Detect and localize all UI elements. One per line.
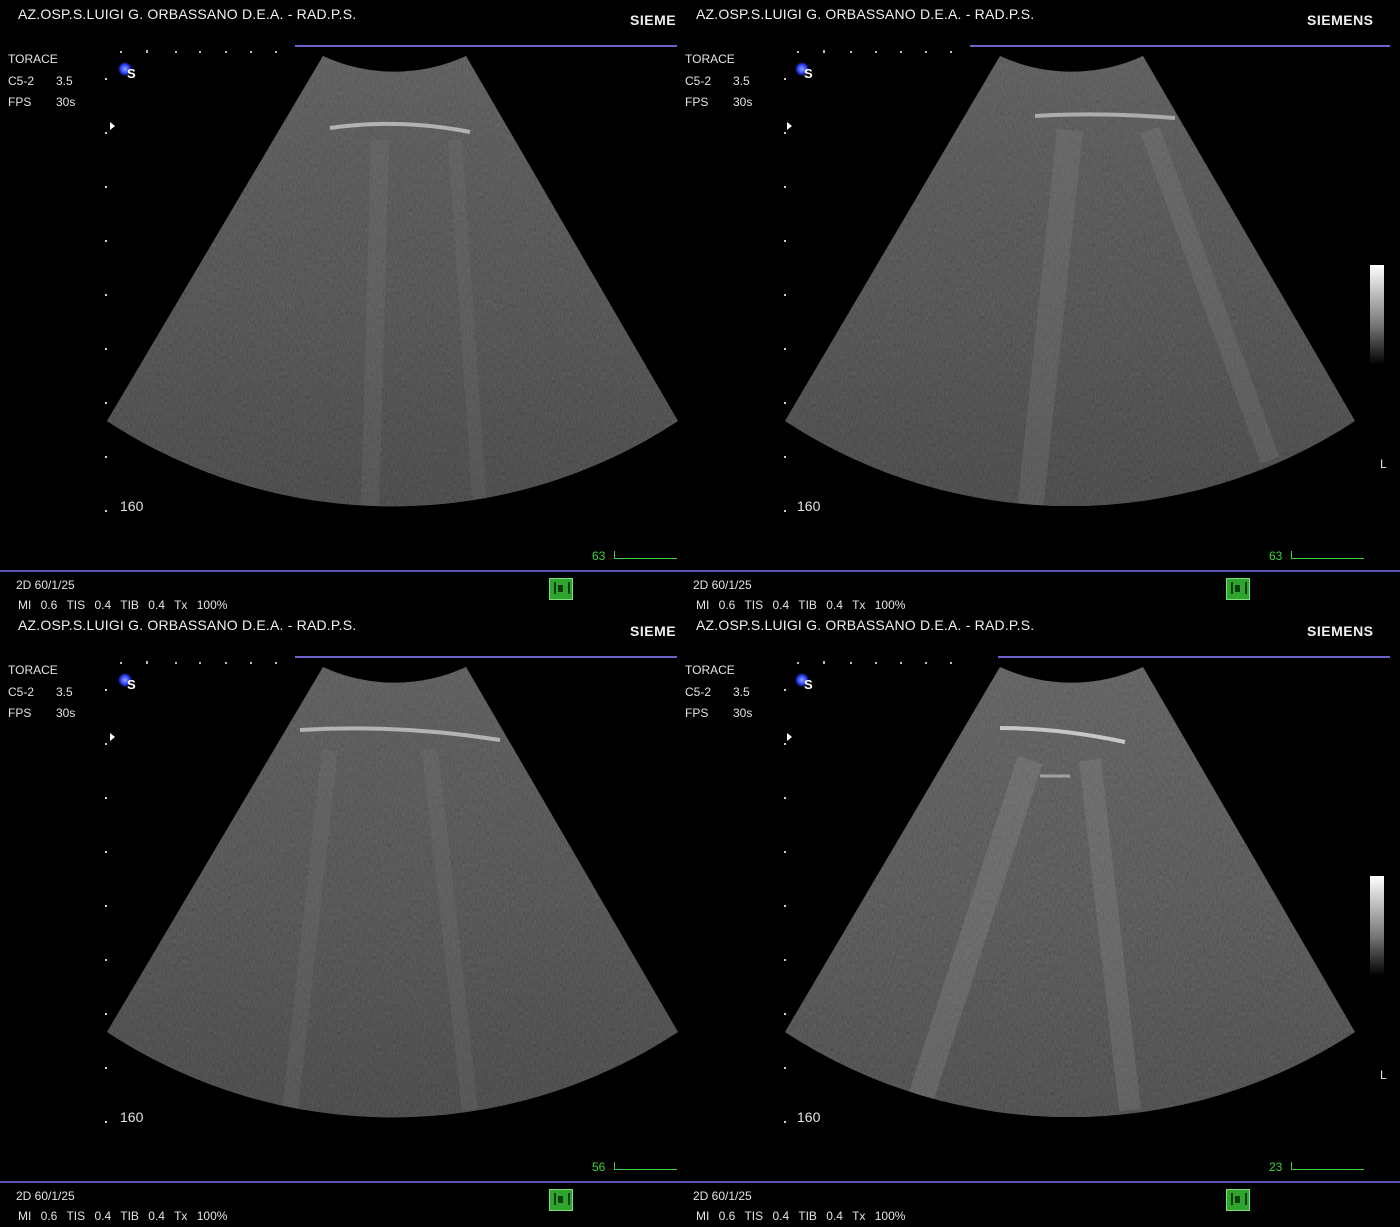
grayscale-bar <box>1370 265 1384 365</box>
ultrasound-fan-top-right <box>785 56 1355 507</box>
row-divider <box>0 1181 1400 1183</box>
ultrasound-fan-bottom-right <box>785 667 1355 1118</box>
side-label: L <box>1380 457 1387 471</box>
grayscale-bar <box>1370 876 1384 976</box>
ultrasound-images <box>107 50 1355 1118</box>
ultrasound-fan-top-left <box>107 56 678 507</box>
ultrasound-fan-bottom-left <box>107 667 678 1118</box>
side-label: L <box>1380 1068 1387 1082</box>
row-divider <box>0 570 1400 572</box>
